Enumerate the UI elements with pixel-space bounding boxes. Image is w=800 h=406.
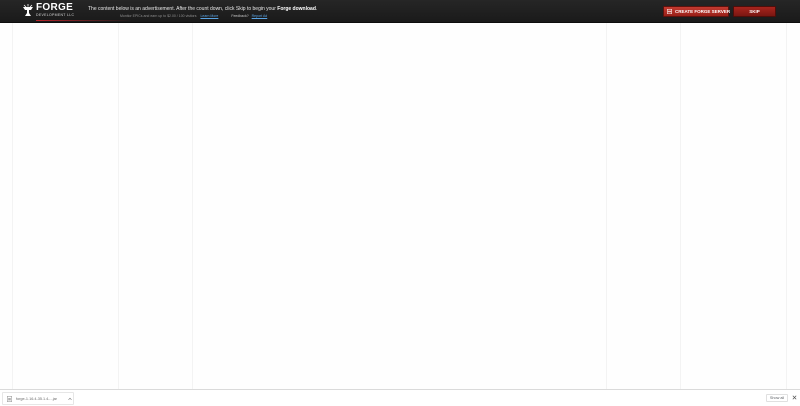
download-item[interactable]: forge-1.16.4-35.1.4-...jar [2, 392, 74, 405]
ad-subline: Monitor EPICs and earn up to $2.00 / 100… [120, 13, 267, 19]
ad-content-area [0, 23, 800, 389]
download-shelf: forge-1.16.4-35.1.4-...jar Show all [0, 389, 800, 406]
content-column-divider [606, 23, 607, 389]
content-column-divider [12, 23, 13, 389]
ad-notice-bold: Forge download [277, 6, 316, 12]
ad-notice-prefix: The content below is an advertisement. A… [88, 6, 278, 12]
learn-more-link[interactable]: Learn More [200, 14, 218, 18]
forge-logo[interactable]: FORGE DEVELOPMENT LLC [22, 2, 132, 21]
ad-notice: The content below is an advertisement. A… [88, 6, 317, 12]
server-icon [667, 9, 672, 14]
jar-file-icon [7, 396, 12, 402]
chevron-up-icon[interactable] [68, 397, 72, 401]
logo-subtitle: DEVELOPMENT LLC [36, 13, 75, 17]
ad-header-bar: FORGE DEVELOPMENT LLC The content below … [0, 0, 800, 23]
skip-button[interactable]: SKIP [733, 6, 776, 17]
content-column-divider [680, 23, 681, 389]
feedback-label: Feedback? [231, 14, 249, 18]
download-filename: forge-1.16.4-35.1.4-...jar [16, 397, 57, 401]
content-column-divider [786, 23, 787, 389]
report-ad-link[interactable]: Report Ad [252, 14, 268, 18]
close-icon[interactable] [792, 395, 797, 400]
logo-title: FORGE [36, 2, 74, 13]
anvil-icon [23, 4, 33, 16]
create-forge-server-button[interactable]: CREATE FORGE SERVER [663, 6, 731, 17]
show-all-button[interactable]: Show all [766, 394, 788, 402]
browser-viewport: FORGE DEVELOPMENT LLC The content below … [0, 0, 800, 406]
ad-notice-suffix: . [315, 6, 318, 12]
content-column-divider [192, 23, 193, 389]
ad-subline-text: Monitor EPICs and earn up to $2.00 / 100… [120, 14, 197, 18]
content-column-divider [118, 23, 119, 389]
create-forge-server-label: CREATE FORGE SERVER [675, 9, 731, 14]
logo-accent-line [36, 20, 132, 21]
